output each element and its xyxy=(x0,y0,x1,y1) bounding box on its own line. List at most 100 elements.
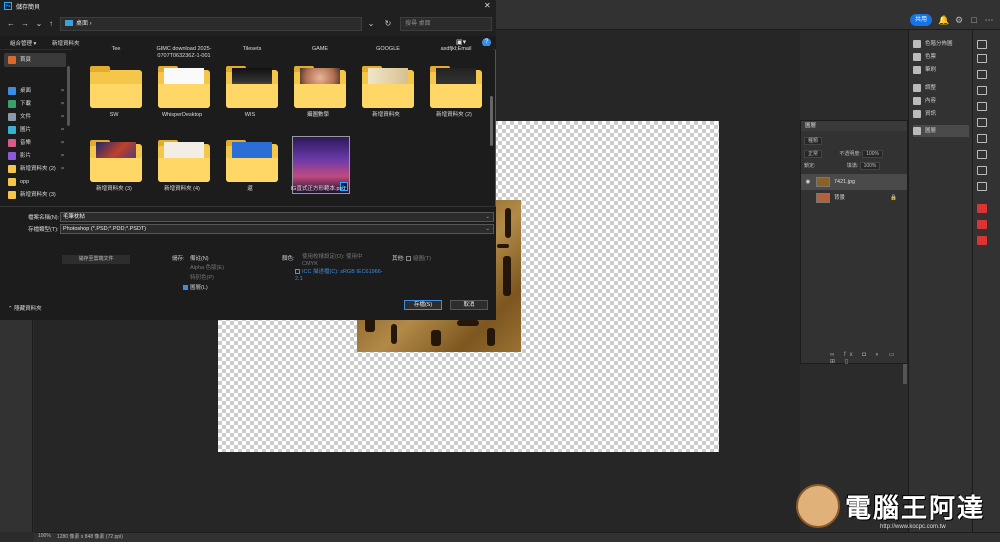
document-size[interactable]: 1280 像素 x 848 像素 (72 ppi) xyxy=(57,533,123,540)
path-tool-icon[interactable] xyxy=(977,134,987,143)
chevron-down-icon[interactable]: ⌄ xyxy=(485,225,490,233)
icc-checkbox[interactable] xyxy=(295,269,300,275)
file-tile[interactable]: 新增資料夾 (2) xyxy=(424,60,484,134)
text-tool-icon[interactable] xyxy=(977,118,987,127)
layers-footer-icons[interactable]: ∞ fx ◘ ◐ ▭ ⊞ ▯ xyxy=(830,351,902,365)
dock-properties[interactable]: 內容 xyxy=(913,95,969,107)
fill-label: 填滿: xyxy=(846,163,859,169)
save-button[interactable]: 存檔(S) xyxy=(404,300,442,310)
layer-filter-row[interactable]: 種類 xyxy=(804,137,904,146)
nav-item-newfolder3[interactable]: 新增資料夾 (3) xyxy=(4,188,66,202)
file-tile[interactable]: 新增資料夾 xyxy=(356,60,416,134)
pin-icon[interactable]: ⌗ xyxy=(61,149,64,163)
pin-icon[interactable]: ⌗ xyxy=(61,97,64,111)
dock-adjust[interactable]: 調整 xyxy=(913,82,969,94)
dock-brushes[interactable]: 筆刷 xyxy=(913,64,969,76)
zoom-level[interactable]: 100% xyxy=(38,533,51,539)
move-tool-icon[interactable] xyxy=(977,40,987,49)
layers-checkbox[interactable] xyxy=(183,285,188,291)
fill-input[interactable]: 100% xyxy=(859,162,881,170)
expand-icon[interactable]: □ xyxy=(968,14,980,26)
bell-icon[interactable]: 🔔 xyxy=(938,14,950,26)
file-label-partial[interactable]: asdfjkl;Email xyxy=(426,46,486,53)
visibility-eye-icon[interactable]: ◉ xyxy=(804,174,812,190)
icc-profile-option[interactable]: ICC 描述檔(C): sRGB IEC61966-2.1 xyxy=(295,269,385,283)
dock-color[interactable]: 色票 xyxy=(913,51,969,63)
blend-mode-select[interactable]: 正常 xyxy=(804,150,823,158)
file-tile[interactable]: Ps IG直式正方形範本.psd xyxy=(288,134,350,208)
file-label-partial[interactable]: GIMC download 2025-0707T063236Z-1-001 xyxy=(154,46,214,60)
nav-scrollbar[interactable] xyxy=(67,66,70,126)
address-bar[interactable]: 桌面 › xyxy=(60,17,362,31)
file-label-partial[interactable]: GAME xyxy=(290,46,350,53)
option-notes[interactable]: 備註(N) xyxy=(190,254,209,262)
file-tile[interactable]: SW xyxy=(84,60,144,134)
pin-icon[interactable]: ⌗ xyxy=(61,84,64,98)
crop-tool-icon[interactable] xyxy=(977,86,987,95)
file-tile[interactable]: 還 xyxy=(220,134,280,208)
nav-item-desktop[interactable]: 桌面 ⌗ xyxy=(4,84,66,98)
folder-front xyxy=(226,84,278,108)
red-tool-icon-2[interactable] xyxy=(977,220,987,229)
red-tool-icon-3[interactable] xyxy=(977,236,987,245)
eraser-tool-icon[interactable] xyxy=(977,182,987,191)
refresh-icon[interactable]: ↻ xyxy=(383,19,393,29)
grid-scrollbar[interactable] xyxy=(490,96,493,146)
dock-swatches[interactable]: 色階分佈圖 xyxy=(913,38,969,50)
option-layers[interactable]: 圖層(L) xyxy=(183,283,208,291)
view-options-icon[interactable]: ▣▾ xyxy=(456,38,466,46)
nav-item-home[interactable]: 首頁 xyxy=(4,53,66,67)
red-tool-icon-1[interactable] xyxy=(977,204,987,213)
brush-tool-icon[interactable] xyxy=(977,150,987,159)
hide-folders-toggle[interactable]: ⌃ 隱藏資料夾 xyxy=(8,304,42,312)
cancel-button[interactable]: 取消 xyxy=(450,300,488,310)
file-tile[interactable]: 新增資料夾 (4) xyxy=(152,134,212,208)
lasso-tool-icon[interactable] xyxy=(977,70,987,79)
dock-layers[interactable]: 圖層 xyxy=(913,125,969,137)
pin-icon[interactable]: ⌗ xyxy=(61,110,64,124)
pin-icon[interactable]: ⌗ xyxy=(61,162,64,176)
file-tile[interactable]: WhisperDesktop xyxy=(152,60,212,134)
organize-menu[interactable]: 組合管理 ▾ xyxy=(10,39,36,47)
nav-item-music[interactable]: 音樂 ⌗ xyxy=(4,136,66,150)
pin-icon[interactable]: ⌗ xyxy=(61,123,64,137)
workspace-scrollbar[interactable] xyxy=(903,364,907,384)
filetype-select[interactable]: Photoshop (*.PSD;*.PDD;*.PSDT) ⌄ xyxy=(60,224,494,234)
layers-panel-title[interactable]: 圖層 xyxy=(801,121,907,131)
nav-item-videos[interactable]: 影片 ⌗ xyxy=(4,149,66,163)
select-tool-icon[interactable] xyxy=(977,54,987,63)
dock-info[interactable]: 資訊 xyxy=(913,108,969,120)
layer-row[interactable]: ◉ 7421.jpg xyxy=(801,174,907,190)
share-button[interactable]: 共用 xyxy=(910,14,932,26)
chevron-down-icon[interactable]: ⌄ xyxy=(485,213,490,221)
file-label-partial[interactable]: GOOGLE xyxy=(358,46,418,53)
nav-item-newfolder2[interactable]: 新增資料夾 (2) ⌗ xyxy=(4,162,66,176)
file-label-partial[interactable]: Tilesets xyxy=(222,46,282,53)
nav-item-pictures[interactable]: 圖片 ⌗ xyxy=(4,123,66,137)
search-input[interactable]: 搜尋 桌面 xyxy=(400,17,492,31)
layer-row[interactable]: 背景 🔒 xyxy=(801,190,907,206)
forward-icon[interactable]: → xyxy=(20,19,30,29)
layer-filter-select[interactable]: 種類 xyxy=(804,137,823,145)
nav-item-downloads[interactable]: 下載 ⌗ xyxy=(4,97,66,111)
back-icon[interactable]: ← xyxy=(6,19,16,29)
stamp-tool-icon[interactable] xyxy=(977,166,987,175)
gear-icon[interactable]: ⚙ xyxy=(953,14,965,26)
more-icon[interactable]: ⋯ xyxy=(983,14,995,26)
file-label-partial[interactable]: Tee xyxy=(86,46,146,53)
file-tile[interactable]: 新增資料夾 (3) xyxy=(84,134,144,208)
up-icon[interactable]: ↑ xyxy=(46,19,56,29)
file-tile[interactable]: 攝圖數學 xyxy=(288,60,348,134)
address-dropdown-icon[interactable]: ⌄ xyxy=(366,19,376,29)
chevron-down-icon[interactable]: ⌄ xyxy=(34,19,44,29)
opacity-input[interactable]: 100% xyxy=(862,150,883,158)
filename-input[interactable]: 毛筆枕帖 ⌄ xyxy=(60,212,494,222)
eyedropper-tool-icon[interactable] xyxy=(977,102,987,111)
nav-item-documents[interactable]: 文件 ⌗ xyxy=(4,110,66,124)
save-to-cloud-button[interactable]: 儲存至雲端文件 xyxy=(62,255,130,264)
pin-icon[interactable]: ⌗ xyxy=(61,136,64,150)
file-tile[interactable]: WIS xyxy=(220,60,280,134)
close-icon[interactable]: ✕ xyxy=(484,1,491,10)
nav-item-opp[interactable]: opp xyxy=(4,175,66,189)
file-label: IG直式正方形範本.psd xyxy=(290,186,346,192)
